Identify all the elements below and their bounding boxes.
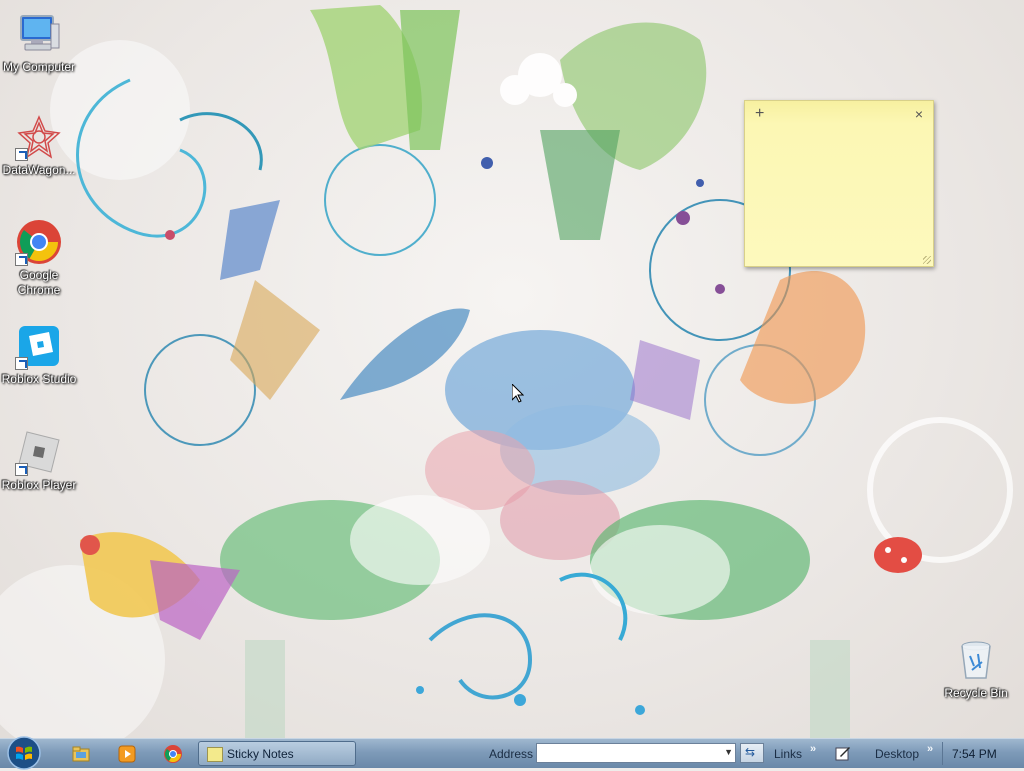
taskbar: Sticky Notes Address ▼ ⇆ Links » Desktop…: [0, 735, 1024, 771]
sticky-note-text[interactable]: [753, 131, 925, 256]
address-label: Address: [489, 747, 534, 761]
sticky-notes-icon: [207, 747, 223, 762]
shortcut-arrow-icon: [15, 357, 28, 370]
clock[interactable]: 7:54 PM: [952, 747, 997, 761]
icon-label: Google Chrome: [17, 268, 61, 297]
go-arrows-icon: ⇆: [745, 745, 756, 759]
desktop-icon-recycle-bin[interactable]: Recycle Bin: [937, 636, 1015, 701]
notepad-edit-icon[interactable]: [834, 744, 852, 762]
taskbar-button-sticky-notes[interactable]: Sticky Notes: [198, 741, 356, 766]
address-go-button[interactable]: ⇆: [740, 743, 764, 763]
windows-orb-icon[interactable]: [4, 735, 44, 771]
media-player-icon[interactable]: [117, 744, 137, 764]
sticky-note-titlebar[interactable]: + ×: [745, 101, 933, 127]
desktop[interactable]: My Computer DataWagon... Google Chrome R…: [0, 0, 1024, 738]
taskbar-button-label: Sticky Notes: [227, 747, 294, 761]
desktop-icon-my-computer[interactable]: My Computer: [0, 10, 78, 75]
computer-icon: [20, 15, 60, 51]
links-chevron[interactable]: »: [810, 743, 816, 755]
add-note-button[interactable]: +: [755, 105, 764, 123]
address-input[interactable]: ▼: [536, 743, 736, 763]
sticky-note-window[interactable]: + ×: [744, 100, 934, 267]
mouse-cursor-icon: [512, 384, 524, 403]
icon-label: My Computer: [2, 60, 76, 74]
desktop-icon-roblox-studio[interactable]: Roblox Studio: [0, 322, 78, 387]
links-toolbar-label[interactable]: Links: [774, 747, 802, 761]
chevron-down-icon[interactable]: ▼: [724, 747, 733, 757]
desktop-toolbar-label[interactable]: Desktop: [875, 747, 919, 761]
desktop-icon-datawagon[interactable]: DataWagon...: [0, 113, 78, 178]
close-note-button[interactable]: ×: [915, 106, 923, 122]
icon-label: Roblox Player: [1, 478, 77, 492]
desktop-chevron[interactable]: »: [927, 743, 933, 755]
desktop-icon-roblox-player[interactable]: Roblox Player: [0, 428, 78, 493]
shortcut-arrow-icon: [15, 463, 28, 476]
icon-label: Roblox Studio: [1, 372, 77, 386]
shortcut-arrow-icon: [15, 253, 28, 266]
desktop-icon-google-chrome[interactable]: Google Chrome: [0, 218, 78, 298]
recycle-bin-icon: [961, 641, 991, 679]
explorer-icon[interactable]: [71, 744, 91, 764]
tray-separator: [942, 742, 943, 765]
icon-label: Recycle Bin: [944, 686, 1008, 700]
icon-label: DataWagon...: [2, 163, 76, 177]
shortcut-arrow-icon: [15, 148, 28, 161]
chrome-icon[interactable]: [163, 744, 183, 764]
resize-grip[interactable]: [923, 256, 931, 264]
